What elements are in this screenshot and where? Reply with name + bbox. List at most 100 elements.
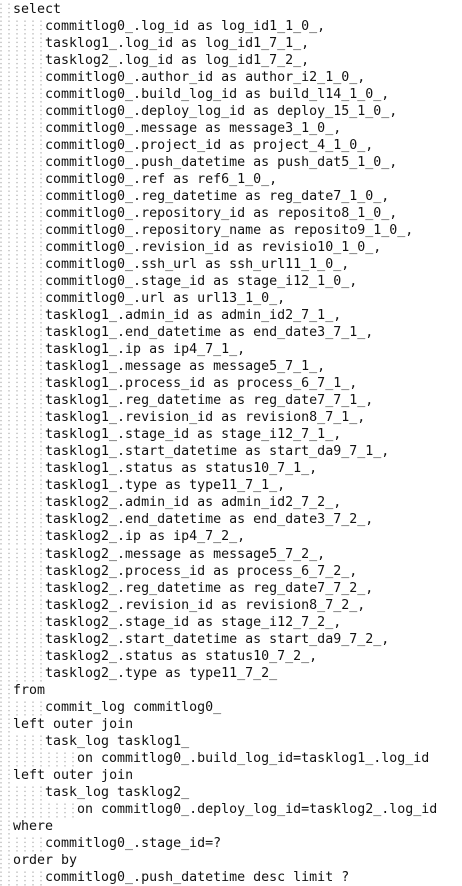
code-line: tasklog1_.stage_id as stage_i12_7_1_, — [0, 426, 462, 444]
whitespace-marker — [0, 664, 45, 682]
code-text: commitlog0_.stage_id as stage_i12_1_0_, — [45, 274, 358, 290]
whitespace-marker — [0, 834, 45, 852]
whitespace-marker — [0, 681, 13, 699]
code-text: tasklog2_.message as message5_7_2_, — [45, 546, 326, 562]
whitespace-marker — [0, 460, 45, 478]
whitespace-marker — [0, 103, 45, 121]
whitespace-marker — [0, 579, 45, 597]
code-line: commitlog0_.repository_name as reposito9… — [0, 222, 462, 240]
whitespace-marker — [0, 222, 45, 240]
whitespace-marker — [0, 766, 13, 784]
code-text: order by — [13, 852, 78, 868]
code-text: tasklog1_.admin_id as admin_id2_7_1_, — [45, 308, 342, 324]
code-line: commitlog0_.author_id as author_i2_1_0_, — [0, 69, 462, 87]
code-text: commitlog0_.deploy_log_id as deploy_15_1… — [45, 104, 398, 120]
whitespace-marker — [0, 307, 45, 325]
whitespace-marker — [0, 273, 45, 291]
code-text: tasklog1_.revision_id as revision8_7_1_, — [45, 410, 366, 426]
code-text: commitlog0_.ref as ref6_1_0_, — [45, 172, 278, 188]
code-line: on commitlog0_.deploy_log_id=tasklog2_.l… — [0, 800, 462, 818]
code-line: tasklog2_.revision_id as revision8_7_2_, — [0, 596, 462, 614]
whitespace-marker — [0, 137, 45, 155]
code-text: commit_log commitlog0_ — [45, 699, 222, 715]
code-line: tasklog1_.end_datetime as end_date3_7_1_… — [0, 324, 462, 342]
code-text: tasklog1_.stage_id as stage_i12_7_1_, — [45, 427, 342, 443]
whitespace-marker — [0, 290, 45, 308]
code-text: commitlog0_.author_id as author_i2_1_0_, — [45, 70, 366, 86]
code-line: commitlog0_.push_datetime desc limit ? — [0, 868, 462, 886]
whitespace-marker — [0, 749, 77, 767]
code-text: tasklog1_.message as message5_7_1_, — [45, 359, 326, 375]
code-text: tasklog1_.ip as ip4_7_1_, — [45, 342, 246, 358]
whitespace-marker — [0, 732, 45, 750]
whitespace-marker — [0, 18, 45, 36]
code-text: commitlog0_.revision_id as revisio10_1_0… — [45, 240, 382, 256]
code-text: on commitlog0_.build_log_id=tasklog1_.lo… — [77, 750, 430, 766]
code-line: tasklog1_.message as message5_7_1_, — [0, 358, 462, 376]
whitespace-marker — [0, 477, 45, 495]
code-text: commitlog0_.repository_name as reposito9… — [45, 223, 414, 239]
code-text: commitlog0_.reg_datetime as reg_date7_1_… — [45, 189, 390, 205]
code-text: commitlog0_.push_datetime desc limit ? — [45, 869, 350, 885]
whitespace-marker — [0, 256, 45, 274]
whitespace-marker — [0, 494, 45, 512]
code-line: tasklog2_.ip as ip4_7_2_, — [0, 528, 462, 546]
whitespace-marker — [0, 528, 45, 546]
code-line: tasklog2_.admin_id as admin_id2_7_2_, — [0, 494, 462, 512]
whitespace-marker — [0, 596, 45, 614]
code-line: commit_log commitlog0_ — [0, 698, 462, 716]
whitespace-marker — [0, 392, 45, 410]
code-line: commitlog0_.project_id as project_4_1_0_… — [0, 137, 462, 155]
whitespace-marker — [0, 817, 13, 835]
code-line: commitlog0_.log_id as log_id1_1_0_, — [0, 18, 462, 36]
code-text: commitlog0_.message as message3_1_0_, — [45, 121, 342, 137]
code-line: tasklog1_.start_datetime as start_da9_7_… — [0, 443, 462, 461]
code-text: tasklog2_.admin_id as admin_id2_7_2_, — [45, 495, 342, 511]
code-text: tasklog2_.type as type11_7_2_ — [45, 665, 278, 681]
whitespace-marker — [0, 324, 45, 342]
code-line: tasklog1_.reg_datetime as reg_date7_7_1_… — [0, 392, 462, 410]
code-line: tasklog2_.end_datetime as end_date3_7_2_… — [0, 511, 462, 529]
code-line: tasklog2_.type as type11_7_2_ — [0, 664, 462, 682]
code-line: tasklog2_.reg_datetime as reg_date7_7_2_… — [0, 579, 462, 597]
code-text: left outer join — [13, 767, 134, 783]
code-text: tasklog1_.reg_datetime as reg_date7_7_1_… — [45, 393, 374, 409]
code-text: tasklog1_.status as status10_7_1_, — [45, 461, 318, 477]
sql-code-view: select commitlog0_.log_id as log_id1_1_0_… — [0, 0, 462, 886]
code-line: left outer join — [0, 715, 462, 733]
code-line: commitlog0_.stage_id=? — [0, 834, 462, 852]
code-line: tasklog1_.ip as ip4_7_1_, — [0, 341, 462, 359]
code-text: tasklog2_.process_id as process_6_7_2_, — [45, 563, 358, 579]
whitespace-marker — [0, 426, 45, 444]
code-text: commitlog0_.project_id as project_4_1_0_… — [45, 138, 374, 154]
whitespace-marker — [0, 851, 13, 869]
code-line: from — [0, 681, 462, 699]
whitespace-marker — [0, 154, 45, 172]
code-line: tasklog2_.message as message5_7_2_, — [0, 545, 462, 563]
whitespace-marker — [0, 171, 45, 189]
code-line: tasklog2_.stage_id as stage_i12_7_2_, — [0, 613, 462, 631]
code-text: tasklog1_.start_datetime as start_da9_7_… — [45, 444, 390, 460]
code-text: left outer join — [13, 716, 134, 732]
code-line: task_log tasklog2_ — [0, 783, 462, 801]
code-text: tasklog1_.log_id as log_id1_7_1_, — [45, 36, 310, 52]
whitespace-marker — [0, 1, 13, 18]
code-line: commitlog0_.deploy_log_id as deploy_15_1… — [0, 103, 462, 121]
code-text: tasklog2_.end_datetime as end_date3_7_2_… — [45, 512, 374, 528]
code-text: from — [13, 682, 46, 698]
code-text: select — [13, 2, 62, 17]
code-line: tasklog1_.admin_id as admin_id2_7_1_, — [0, 307, 462, 325]
whitespace-marker — [0, 358, 45, 376]
code-line: tasklog2_.process_id as process_6_7_2_, — [0, 562, 462, 580]
code-line: on commitlog0_.build_log_id=tasklog1_.lo… — [0, 749, 462, 767]
whitespace-marker — [0, 239, 45, 257]
whitespace-marker — [0, 120, 45, 138]
whitespace-marker — [0, 545, 45, 563]
code-text: task_log tasklog2_ — [45, 784, 190, 800]
code-text: task_log tasklog1_ — [45, 733, 190, 749]
code-line: where — [0, 817, 462, 835]
code-text: tasklog2_.stage_id as stage_i12_7_2_, — [45, 614, 342, 630]
code-text: commitlog0_.stage_id=? — [45, 835, 222, 851]
whitespace-marker — [0, 562, 45, 580]
code-text: tasklog1_.end_datetime as end_date3_7_1_… — [45, 325, 374, 341]
